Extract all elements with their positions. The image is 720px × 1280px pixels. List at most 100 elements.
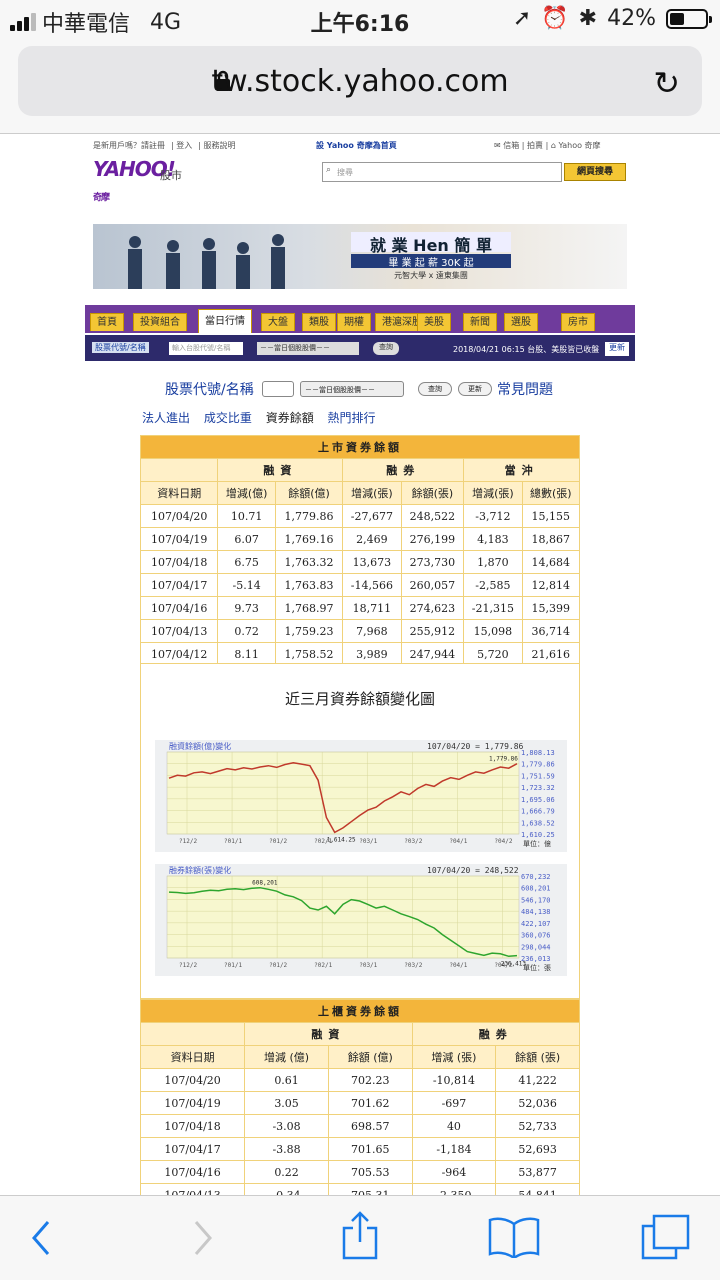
ad-banner[interactable]: 就 業 Hen 簡 單 畢 業 起 薪 30K 起 元智大學 x 遠東集團 <box>93 224 627 289</box>
y-tick-label: 1,666.79 <box>521 808 555 816</box>
table-cell: 40 <box>411 1114 497 1138</box>
column-header: 餘額 (億) <box>327 1045 413 1069</box>
battery-icon <box>666 8 712 29</box>
y-tick-label: 1,723.32 <box>521 784 555 792</box>
register-link[interactable]: 是新用戶嗎？請註冊 <box>93 141 165 150</box>
table-cell: 52,733 <box>495 1114 580 1138</box>
column-header: 資料日期 <box>139 1045 246 1069</box>
table-cell: -1,184 <box>411 1137 497 1161</box>
table-row: 107/04/13 0.72 1,759.23 7,968 255,912 15,098 3… <box>139 619 581 643</box>
table-cell: -3,712 <box>463 504 523 528</box>
table-cell: -14,566 <box>342 573 402 597</box>
back-icon[interactable] <box>28 1218 54 1258</box>
table-cell: 107/04/16 <box>139 596 219 620</box>
table-cell: 52,693 <box>495 1137 580 1161</box>
group-header: 融券 <box>411 1022 581 1046</box>
tab-margin-balance[interactable]: 資券餘額 <box>266 411 314 425</box>
auction-link[interactable]: 拍賣 <box>527 141 543 150</box>
yahoo-link[interactable]: Yahoo 奇摩 <box>558 141 600 150</box>
y-tick-label: 546,170 <box>521 896 551 904</box>
x-tick-label: ?01/1 <box>224 962 242 969</box>
nav-tab-7[interactable]: 美股 <box>417 313 451 331</box>
query-button[interactable]: 查詢 <box>418 382 452 396</box>
table-cell: 6.07 <box>217 527 276 551</box>
reload-icon[interactable]: ↻ <box>653 64 680 102</box>
quick-query-label: 股票代號/名稱 <box>92 342 149 353</box>
y-tick-label: 670,232 <box>521 873 551 881</box>
forward-icon[interactable] <box>190 1218 216 1258</box>
ad-subline: 畢 業 起 薪 30K 起 <box>351 254 511 269</box>
tab-institutional[interactable]: 法人進出 <box>142 411 190 425</box>
nav-tab-10[interactable]: 房市 <box>561 313 595 331</box>
search-icon: ⌕ <box>326 165 332 175</box>
faq-link[interactable]: 常見問題 <box>497 379 553 399</box>
nav-tab-1[interactable]: 投資組合 <box>133 313 187 331</box>
help-link[interactable]: 服務說明 <box>204 141 236 150</box>
stock-code-field[interactable] <box>262 381 294 397</box>
nav-tab-2[interactable]: 當日行情 <box>198 309 252 333</box>
table-cell: 273,730 <box>400 550 465 574</box>
tab-hot-ranking[interactable]: 熱門排行 <box>328 411 376 425</box>
column-header: 餘額 (張) <box>495 1045 580 1069</box>
group-spacer <box>139 1022 246 1046</box>
nav-tab-8[interactable]: 新聞 <box>463 313 497 331</box>
login-link[interactable]: 登入 <box>176 141 192 150</box>
quote-type-select[interactable]: －－當日個股股價－－ <box>257 342 359 355</box>
table-cell: 107/04/20 <box>139 504 219 528</box>
url-field[interactable]: tw.stock.yahoo.com ↻ <box>18 46 702 116</box>
share-icon[interactable] <box>340 1210 380 1260</box>
charts-title: 近三月資券餘額變化圖 <box>284 690 435 708</box>
update-button[interactable]: 更新 <box>458 382 492 396</box>
column-header: 增減(億) <box>217 481 276 505</box>
quick-query-button[interactable]: 查詢 <box>373 342 399 355</box>
quote-select[interactable]: －－當日個股股價－－ <box>300 381 404 397</box>
quick-query-bar: 股票代號/名稱 輸入台股代號/名稱 －－當日個股股價－－ 查詢 2018/04/… <box>85 335 635 361</box>
column-header: 餘額(億) <box>274 481 344 505</box>
column-header: 增減(張) <box>463 481 523 505</box>
tabs-icon[interactable] <box>640 1214 690 1260</box>
table-cell: 1,768.97 <box>274 596 344 620</box>
table-cell: 107/04/13 <box>139 1183 246 1195</box>
chart-annotation: 107/04/20 = 1,779.86 <box>427 742 524 751</box>
web-search-button[interactable]: 網頁搜尋 <box>564 163 626 181</box>
nav-tab-4[interactable]: 類股 <box>302 313 336 331</box>
x-tick-label: ?01/1 <box>224 838 242 845</box>
table-cell: 1,870 <box>463 550 523 574</box>
table-cell: 107/04/19 <box>139 527 219 551</box>
table-row: 107/04/20 0.61 702.23 -10,814 41,222 <box>139 1068 580 1092</box>
table-cell: -5.14 <box>217 573 276 597</box>
url-text: tw.stock.yahoo.com <box>211 64 509 99</box>
nav-tab-5[interactable]: 期權 <box>337 313 371 331</box>
table-cell: 13,673 <box>342 550 402 574</box>
stock-code-input[interactable]: 輸入台股代號/名稱 <box>169 342 243 355</box>
table-cell: 36,714 <box>521 619 581 643</box>
y-tick-label: 1,751.59 <box>521 772 555 780</box>
column-header: 資料日期 <box>139 481 219 505</box>
mail-link[interactable]: 信箱 <box>503 141 519 150</box>
table-row: 107/04/16 9.73 1,768.97 18,711 274,623 -21,31… <box>139 596 581 620</box>
table-cell: 15,155 <box>521 504 581 528</box>
table-cell: 6.75 <box>217 550 276 574</box>
table-cell: 702.23 <box>327 1068 413 1092</box>
search-input[interactable]: ⌕ 搜尋 <box>322 162 562 182</box>
nav-tab-0[interactable]: 首頁 <box>90 313 124 331</box>
battery-percent: 42% <box>607 6 656 31</box>
bookmarks-icon[interactable] <box>488 1216 540 1258</box>
table-row: 107/04/19 6.07 1,769.16 2,469 276,199 4,183 18… <box>139 527 581 551</box>
table-cell: -3.08 <box>244 1114 329 1138</box>
table-row: 107/04/20 10.71 1,779.86 -27,677 248,522 -3,7… <box>139 504 581 528</box>
set-homepage-link[interactable]: 設 Yahoo 奇摩為首頁 <box>316 140 397 151</box>
table-cell: 260,057 <box>400 573 465 597</box>
y-tick-label: 608,201 <box>521 885 551 893</box>
y-tick-label: 298,044 <box>521 943 551 951</box>
otc-margin-table: 上櫃資券餘額 融資 融券 資料日期 增減 (億) 餘額 (億) 增減 (張) 餘額 (張) 10… <box>139 999 581 1195</box>
table-cell: 107/04/19 <box>139 1091 246 1115</box>
nav-tab-3[interactable]: 大盤 <box>261 313 295 331</box>
table-cell: 10.71 <box>217 504 276 528</box>
tab-volume-share[interactable]: 成交比重 <box>204 411 252 425</box>
x-tick-label: ?03/2 <box>404 838 422 845</box>
table-cell: -27,677 <box>342 504 402 528</box>
refresh-button[interactable]: 更新 <box>605 342 629 356</box>
table-row: 107/04/16 0.22 705.53 -964 53,877 <box>139 1160 580 1184</box>
nav-tab-9[interactable]: 選股 <box>504 313 538 331</box>
